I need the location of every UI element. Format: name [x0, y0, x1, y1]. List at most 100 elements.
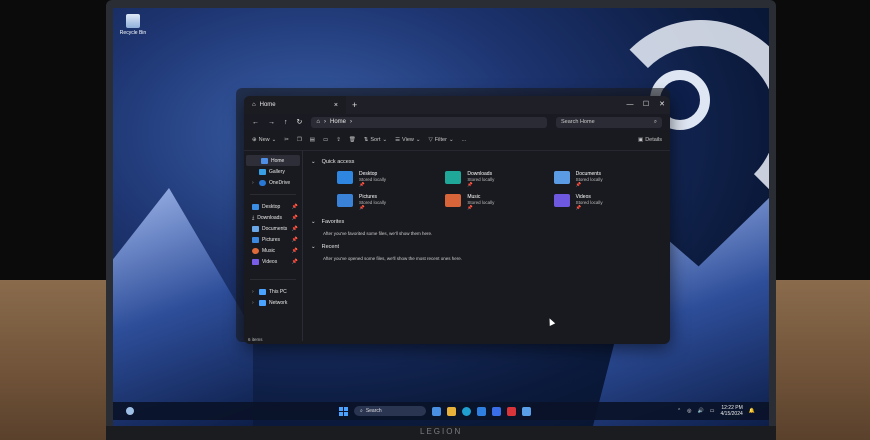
- chevron-right-icon[interactable]: ›: [252, 180, 256, 186]
- search-icon: ⌕: [653, 118, 657, 125]
- tab-home[interactable]: ⌂ Home ×: [244, 96, 346, 114]
- filter-button[interactable]: ▽ Filter ⌄: [428, 137, 453, 143]
- home-icon: ⌂: [316, 119, 320, 125]
- pin-icon: 📌: [467, 182, 473, 187]
- search-input[interactable]: Search Home ⌕: [556, 116, 662, 128]
- address-bar: ← → ↑ ↻ ⌂ › Home › Search Home ⌕: [244, 114, 670, 130]
- chevron-down-icon: ⌄: [311, 219, 316, 225]
- battery-icon[interactable]: ▭: [710, 408, 715, 414]
- nav-item-music[interactable]: Music 📌: [244, 245, 302, 256]
- close-button[interactable]: ✕: [654, 96, 670, 114]
- sort-button[interactable]: ⇅ Sort ⌄: [364, 137, 387, 143]
- chevron-down-icon: ⌄: [271, 137, 277, 143]
- up-arrow-icon[interactable]: ↑: [284, 119, 288, 126]
- edge-icon[interactable]: [462, 406, 471, 416]
- nav-item-gallery[interactable]: Gallery: [244, 166, 302, 177]
- store-icon[interactable]: [477, 406, 486, 416]
- nav-item-desktop[interactable]: Desktop 📌: [244, 201, 302, 212]
- taskbar-search[interactable]: ⌕ Search: [354, 406, 426, 416]
- chevron-up-icon[interactable]: ⌃: [677, 408, 681, 414]
- search-placeholder: Search Home: [561, 119, 595, 125]
- quick-access-pictures[interactable]: Pictures Stored locally 📌: [337, 194, 445, 211]
- new-label: New: [258, 137, 270, 143]
- filter-label: Filter: [434, 137, 447, 143]
- delete-icon[interactable]: 🗑: [349, 137, 356, 143]
- recent-empty-message: After you've opened some files, we'll sh…: [323, 256, 463, 261]
- breadcrumb-home[interactable]: Home: [330, 119, 346, 125]
- breadcrumb[interactable]: ⌂ › Home ›: [311, 116, 547, 128]
- task-view-icon[interactable]: [432, 406, 441, 416]
- explorer-body: Home Gallery › OneDrive Desktop 📌 ⤓ Down…: [244, 151, 670, 341]
- section-title: Quick access: [321, 159, 355, 165]
- view-button[interactable]: ☰ View ⌄: [395, 137, 420, 143]
- copy-icon[interactable]: ❐: [297, 137, 302, 143]
- nav-label: Downloads: [257, 214, 282, 221]
- filter-icon: ▽: [428, 137, 433, 143]
- vantage-icon[interactable]: [492, 406, 501, 416]
- section-recent[interactable]: ⌄ Recent: [311, 244, 662, 250]
- cut-icon[interactable]: ✂: [284, 137, 289, 143]
- file-explorer-window: ⌂ Home × + — ☐ ✕ ← → ↑ ↻ ⌂ › Home › Sear…: [244, 96, 670, 344]
- network-status-icon[interactable]: ◎: [687, 408, 691, 414]
- pin-icon: 📌: [291, 247, 298, 254]
- quick-access-downloads[interactable]: Downloads Stored locally 📌: [445, 171, 553, 188]
- chevron-right-icon[interactable]: ›: [252, 289, 256, 295]
- chevron-right-icon[interactable]: ›: [252, 300, 256, 306]
- nav-item-documents[interactable]: Documents 📌: [244, 223, 302, 234]
- nav-item-onedrive[interactable]: › OneDrive: [244, 177, 302, 188]
- quick-access-desktop[interactable]: Desktop Stored locally 📌: [337, 171, 445, 188]
- nav-item-this-pc[interactable]: › This PC: [244, 286, 302, 297]
- pin-icon: 📌: [291, 214, 298, 221]
- navigation-pane: Home Gallery › OneDrive Desktop 📌 ⤓ Down…: [244, 151, 303, 341]
- file-explorer-icon[interactable]: [447, 406, 456, 416]
- section-title: Recent: [321, 244, 340, 250]
- music-folder-icon: [445, 194, 462, 207]
- pin-icon: 📌: [291, 203, 298, 210]
- new-button[interactable]: ⊕ New ⌄: [252, 137, 276, 143]
- back-arrow-icon[interactable]: ←: [252, 119, 259, 126]
- notification-bell-icon[interactable]: 🔔: [749, 408, 755, 414]
- share-icon[interactable]: ⇪: [336, 137, 341, 143]
- system-tray: ⌃ ◎ 🔊 ▭ 12:22 PM 4/15/2024 🔔: [677, 405, 755, 417]
- start-button[interactable]: [339, 406, 348, 416]
- quick-access-music[interactable]: Music Stored locally 📌: [445, 194, 553, 211]
- weather-widget-icon[interactable]: [126, 407, 134, 415]
- forward-arrow-icon[interactable]: →: [268, 119, 275, 126]
- section-quick-access[interactable]: ⌄ Quick access: [311, 159, 662, 165]
- desktop-folder-icon: [252, 203, 259, 210]
- mcafee-icon[interactable]: [507, 406, 516, 416]
- photos-icon[interactable]: [522, 406, 531, 416]
- chevron-down-icon: ⌄: [415, 137, 421, 143]
- nav-item-network[interactable]: › Network: [244, 297, 302, 308]
- network-icon: [259, 299, 266, 306]
- quick-access-videos[interactable]: Videos Stored locally 📌: [553, 194, 662, 211]
- taskbar-search-label: Search: [365, 408, 382, 414]
- command-bar: ⊕ New ⌄ ✂ ❐ ▤ ▭ ⇪ 🗑 ⇅ Sort ⌄ ☰ View ⌄ ▽ …: [244, 130, 670, 151]
- section-favorites[interactable]: ⌄ Favorites: [311, 219, 662, 225]
- pin-icon: 📌: [291, 225, 298, 232]
- refresh-icon[interactable]: ↻: [297, 118, 303, 126]
- recycle-bin-label: Recycle Bin: [119, 30, 147, 36]
- close-tab-icon[interactable]: ×: [334, 102, 338, 109]
- nav-item-videos[interactable]: Videos 📌: [244, 256, 302, 267]
- rename-icon[interactable]: ▭: [323, 137, 328, 143]
- nav-item-downloads[interactable]: ⤓ Downloads 📌: [244, 212, 302, 223]
- more-options-button[interactable]: ...: [462, 137, 467, 143]
- taskbar: ⌕ Search ⌃ ◎ 🔊 ▭ 12:22 PM 4/15/2024 🔔: [113, 402, 769, 420]
- quick-access-documents[interactable]: Documents Stored locally 📌: [553, 171, 662, 188]
- nav-item-home[interactable]: Home: [246, 155, 300, 166]
- nav-item-pictures[interactable]: Pictures 📌: [244, 234, 302, 245]
- pin-icon: 📌: [575, 205, 582, 210]
- minimize-button[interactable]: —: [622, 96, 638, 114]
- recycle-bin[interactable]: Recycle Bin: [116, 14, 150, 36]
- details-button[interactable]: ▣ Details: [638, 137, 662, 143]
- clock[interactable]: 12:22 PM 4/15/2024: [721, 405, 743, 417]
- volume-icon[interactable]: 🔊: [698, 408, 704, 414]
- nav-label: Desktop: [262, 203, 281, 210]
- search-icon: ⌕: [360, 408, 363, 414]
- mountain-left: [113, 188, 253, 426]
- maximize-button[interactable]: ☐: [638, 96, 654, 114]
- paste-icon[interactable]: ▤: [310, 137, 315, 143]
- new-tab-button[interactable]: +: [352, 100, 357, 110]
- quick-access-grid: Desktop Stored locally 📌 Downloads Store…: [337, 171, 662, 211]
